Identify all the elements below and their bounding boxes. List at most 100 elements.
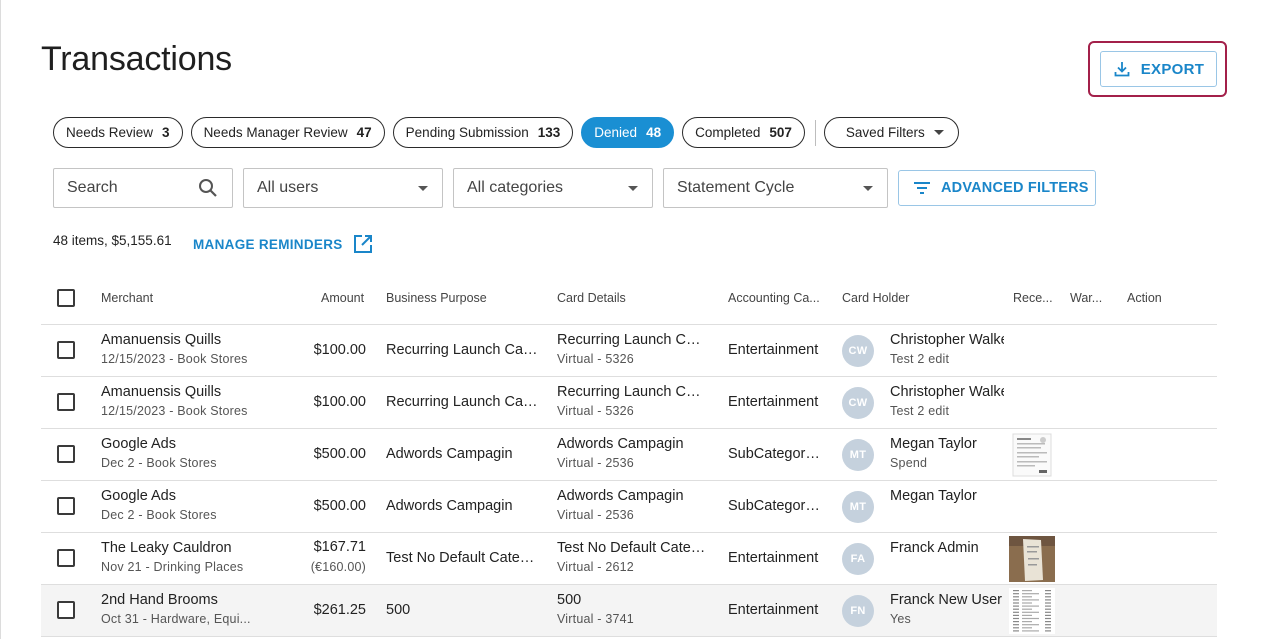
column-header-amount[interactable]: Amount bbox=[321, 291, 364, 305]
avatar: FA bbox=[842, 543, 874, 575]
column-header-accounting-category[interactable]: Accounting Ca... bbox=[728, 291, 820, 305]
chip-needs-manager-review[interactable]: Needs Manager Review 47 bbox=[190, 117, 385, 148]
row-checkbox[interactable] bbox=[57, 601, 75, 619]
avatar: CW bbox=[842, 387, 874, 419]
amount: $500.00 bbox=[313, 498, 366, 514]
table-row[interactable]: Google Ads Dec 2 - Book Stores $500.00 Adwo… bbox=[41, 481, 1217, 533]
merchant-name: The Leaky Cauldron bbox=[101, 540, 232, 556]
page-title: Transactions bbox=[41, 40, 232, 78]
chevron-down-icon bbox=[933, 130, 944, 135]
table-row[interactable]: 2nd Hand Brooms Oct 31 - Hardware, Equi..… bbox=[41, 585, 1217, 637]
statement-cycle-select[interactable]: Statement Cycle bbox=[663, 168, 888, 208]
card-type-last4: Virtual - 5326 bbox=[557, 352, 634, 366]
users-select-value: All users bbox=[257, 179, 319, 196]
advanced-filters-button[interactable]: ADVANCED FILTERS bbox=[898, 170, 1096, 206]
manage-reminders-label: MANAGE REMINDERS bbox=[193, 236, 343, 252]
table-row[interactable]: Amanuensis Quills 12/15/2023 - Book Store… bbox=[41, 377, 1217, 429]
chip-label: Needs Review bbox=[66, 125, 154, 140]
merchant-date-category: Dec 2 - Book Stores bbox=[101, 508, 217, 522]
search-icon bbox=[199, 179, 217, 197]
accounting-category: Entertainment bbox=[728, 550, 819, 566]
download-icon bbox=[1114, 62, 1130, 77]
card-holder-note: Spend bbox=[890, 456, 928, 470]
merchant-name: Amanuensis Quills bbox=[101, 384, 222, 400]
select-all-checkbox[interactable] bbox=[57, 289, 75, 307]
page-left-border bbox=[0, 0, 1, 639]
chip-pending-submission[interactable]: Pending Submission 133 bbox=[392, 117, 574, 148]
chip-needs-review[interactable]: Needs Review 3 bbox=[53, 117, 183, 148]
business-purpose: Test No Default Categ... bbox=[386, 550, 538, 566]
transactions-table: Merchant Amount Business Purpose Card De… bbox=[41, 275, 1217, 637]
table-row[interactable]: Amanuensis Quills 12/15/2023 - Book Store… bbox=[41, 325, 1217, 377]
card-name: Adwords Campagin bbox=[557, 488, 684, 504]
items-summary: 48 items, $5,155.61 bbox=[53, 233, 172, 248]
card-holder-name: Christopher Walke bbox=[890, 384, 1004, 400]
business-purpose: Recurring Launch Car... bbox=[386, 394, 538, 410]
avatar: FN bbox=[842, 595, 874, 627]
export-label: EXPORT bbox=[1140, 60, 1205, 78]
column-header-merchant[interactable]: Merchant bbox=[101, 291, 153, 305]
row-checkbox[interactable] bbox=[57, 341, 75, 359]
column-header-card-details[interactable]: Card Details bbox=[557, 291, 626, 305]
amount: $100.00 bbox=[313, 342, 366, 358]
business-purpose: Adwords Campagin bbox=[386, 498, 513, 514]
users-select[interactable]: All users bbox=[243, 168, 443, 208]
table-row[interactable]: The Leaky Cauldron Nov 21 - Drinking Plac… bbox=[41, 533, 1217, 585]
merchant-date-category: 12/15/2023 - Book Stores bbox=[101, 404, 248, 418]
row-checkbox[interactable] bbox=[57, 445, 75, 463]
card-holder-name: Franck New User bbox=[890, 592, 1002, 608]
card-type-last4: Virtual - 5326 bbox=[557, 404, 634, 418]
amount: $167.71 bbox=[313, 539, 366, 555]
categories-select[interactable]: All categories bbox=[453, 168, 653, 208]
table-row[interactable]: Google Ads Dec 2 - Book Stores $500.00 Adwo… bbox=[41, 429, 1217, 481]
avatar: CW bbox=[842, 335, 874, 367]
merchant-name: Google Ads bbox=[101, 488, 176, 504]
chip-completed[interactable]: Completed 507 bbox=[682, 117, 805, 148]
amount: $500.00 bbox=[313, 446, 366, 462]
table-body: Amanuensis Quills 12/15/2023 - Book Store… bbox=[41, 325, 1217, 637]
search-input[interactable]: Search bbox=[53, 168, 233, 208]
business-purpose: Adwords Campagin bbox=[386, 446, 513, 462]
card-holder-name: Megan Taylor bbox=[890, 436, 977, 452]
accounting-category: SubCategory... bbox=[728, 498, 823, 514]
card-name: 500 bbox=[557, 592, 582, 608]
saved-filters-label: Saved Filters bbox=[845, 125, 925, 140]
accounting-category: SubCategory... bbox=[728, 446, 823, 462]
table-header: Merchant Amount Business Purpose Card De… bbox=[41, 275, 1217, 325]
card-name: Recurring Launch Car... bbox=[557, 332, 707, 348]
card-holder-name: Megan Taylor bbox=[890, 488, 977, 504]
accounting-category: Entertainment bbox=[728, 342, 819, 358]
accounting-category: Entertainment bbox=[728, 394, 819, 410]
chip-divider bbox=[814, 119, 816, 146]
saved-filters-dropdown[interactable]: Saved Filters bbox=[823, 117, 959, 148]
card-type-last4: Virtual - 2612 bbox=[557, 560, 634, 574]
amount: $100.00 bbox=[313, 394, 366, 410]
column-header-business-purpose[interactable]: Business Purpose bbox=[386, 291, 487, 305]
card-type-last4: Virtual - 3741 bbox=[557, 612, 634, 626]
chip-count: 3 bbox=[162, 125, 170, 140]
merchant-date-category: Nov 21 - Drinking Places bbox=[101, 560, 244, 574]
card-holder-note: Test 2 edit bbox=[890, 352, 950, 366]
export-button[interactable]: EXPORT bbox=[1100, 51, 1217, 87]
column-header-action: Action bbox=[1127, 291, 1162, 305]
status-filter-chips: Needs Review 3 Needs Manager Review 47 Pen… bbox=[53, 117, 967, 148]
chip-denied[interactable]: Denied 48 bbox=[581, 117, 675, 148]
receipt-thumbnail[interactable] bbox=[1009, 432, 1055, 478]
column-header-warning[interactable]: War... bbox=[1070, 291, 1102, 305]
card-name: Adwords Campagin bbox=[557, 436, 684, 452]
column-header-card-holder[interactable]: Card Holder bbox=[842, 291, 909, 305]
column-header-receipt[interactable]: Rece... bbox=[1013, 291, 1053, 305]
card-type-last4: Virtual - 2536 bbox=[557, 456, 634, 470]
row-checkbox[interactable] bbox=[57, 549, 75, 567]
chevron-down-icon bbox=[418, 186, 428, 191]
card-holder-name: Franck Admin bbox=[890, 540, 979, 556]
receipt-thumbnail[interactable] bbox=[1009, 588, 1055, 634]
manage-reminders-link[interactable]: MANAGE REMINDERS bbox=[193, 234, 373, 254]
avatar: MT bbox=[842, 439, 874, 471]
row-checkbox[interactable] bbox=[57, 497, 75, 515]
row-checkbox[interactable] bbox=[57, 393, 75, 411]
card-type-last4: Virtual - 2536 bbox=[557, 508, 634, 522]
card-name: Recurring Launch Car... bbox=[557, 384, 707, 400]
statement-cycle-value: Statement Cycle bbox=[677, 179, 795, 196]
receipt-thumbnail[interactable] bbox=[1009, 536, 1055, 582]
